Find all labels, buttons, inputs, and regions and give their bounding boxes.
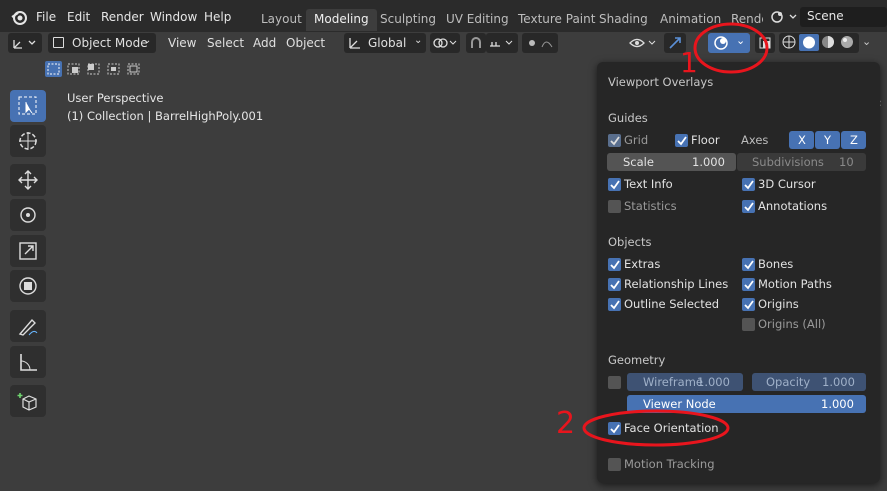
annotation-marker-1: 1 (680, 46, 698, 79)
annotation-circle-overlays (693, 22, 769, 74)
annotation-marker-2: 2 (556, 406, 576, 441)
annotation-layer (582, 22, 769, 447)
annotation-circle-face-orientation (582, 409, 730, 447)
